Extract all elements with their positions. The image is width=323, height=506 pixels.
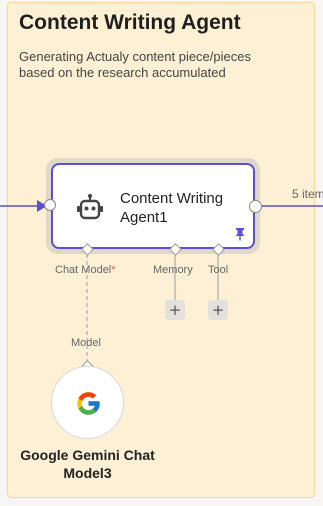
tool-label: Tool	[208, 264, 229, 276]
content-writing-agent-node[interactable]: Content Writing Agent1	[51, 163, 255, 249]
robot-icon	[77, 194, 103, 220]
gemini-node-title: Google Gemini Chat Model3	[20, 447, 155, 481]
input-handle[interactable]	[44, 199, 56, 211]
output-items-count: 5 item	[292, 187, 323, 201]
output-handle[interactable]	[249, 200, 262, 213]
agent-node-title: Content Writing Agent1	[120, 190, 224, 226]
google-icon	[77, 392, 100, 415]
pin-icon[interactable]	[233, 227, 247, 241]
add-memory-button[interactable]: +	[165, 300, 185, 320]
workflow-canvas[interactable]: Content Writing Agent Generating Actualy…	[0, 0, 323, 506]
add-tool-button[interactable]: +	[208, 300, 228, 320]
gemini-chat-model-node[interactable]	[51, 366, 124, 439]
chat-model-label: Chat Model*	[55, 264, 116, 276]
required-marker: *	[111, 264, 116, 276]
memory-label: Memory	[153, 264, 193, 276]
model-connection-label: Model	[71, 337, 101, 349]
